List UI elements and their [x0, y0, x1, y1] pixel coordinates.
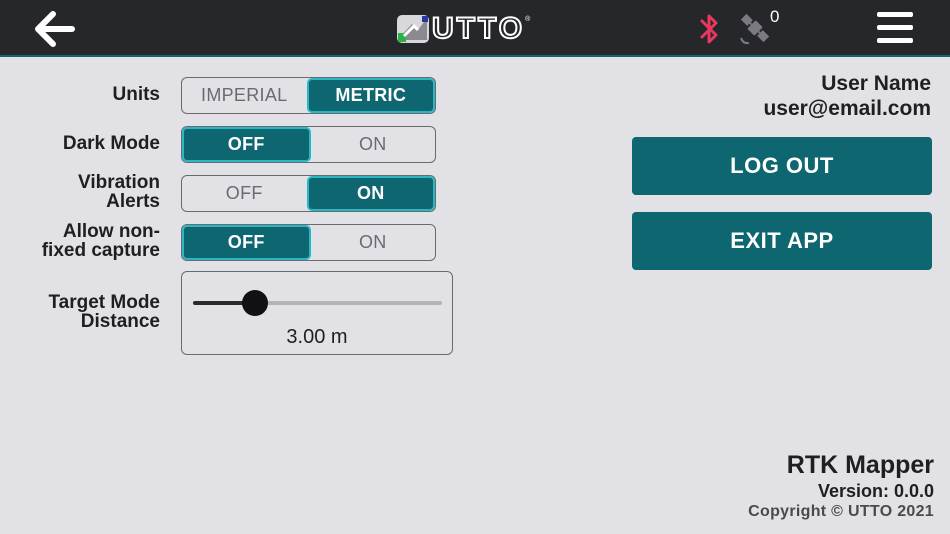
units-toggle: IMPERIAL METRIC	[181, 77, 436, 114]
user-email: user@email.com	[763, 97, 931, 120]
allow-non-fixed-toggle: OFF ON	[181, 224, 436, 261]
dark-mode-option-off[interactable]: OFF	[182, 127, 311, 162]
dark-mode-label: Dark Mode	[62, 133, 160, 154]
menu-button[interactable]	[877, 12, 913, 46]
app-name: RTK Mapper	[786, 451, 934, 479]
logo-registered-mark: ®	[525, 16, 531, 23]
logout-button[interactable]: LOG OUT	[632, 137, 932, 195]
hamburger-menu-icon	[877, 12, 913, 43]
target-distance-slider-box: 3.00 m	[181, 271, 453, 355]
vibration-alerts-option-off[interactable]: OFF	[182, 176, 307, 211]
utto-logo-mark-icon	[397, 15, 429, 43]
allow-non-fixed-option-on[interactable]: ON	[311, 225, 436, 260]
app-version: Version: 0.0.0	[817, 481, 934, 501]
units-option-metric[interactable]: METRIC	[306, 78, 435, 113]
back-button[interactable]	[34, 10, 76, 48]
vibration-alerts-option-on[interactable]: ON	[306, 176, 435, 211]
top-bar: UTTO ® 0	[0, 0, 950, 57]
units-label: Units	[112, 84, 161, 105]
allow-non-fixed-label: Allow non- fixed capture	[42, 222, 160, 260]
target-distance-value: 3.00 m	[286, 326, 348, 348]
vibration-alerts-label: Vibration Alerts	[78, 173, 160, 211]
exit-app-button[interactable]: EXIT APP	[632, 212, 932, 270]
logo-text: UTTO	[431, 12, 526, 45]
arrow-left-icon	[35, 11, 75, 47]
user-name: User Name	[821, 72, 931, 95]
vibration-alerts-label-line2: Alerts	[106, 191, 160, 212]
dark-mode-toggle: OFF ON	[181, 126, 436, 163]
target-distance-label-line2: Distance	[80, 311, 160, 332]
target-distance-label: Target Mode Distance	[48, 293, 160, 331]
allow-non-fixed-option-off[interactable]: OFF	[182, 225, 311, 260]
satellite-count: 0	[770, 7, 780, 26]
target-distance-label-line1: Target Mode	[48, 292, 160, 313]
target-distance-slider-thumb[interactable]	[242, 290, 269, 316]
vibration-alerts-label-line1: Vibration	[78, 172, 160, 193]
allow-non-fixed-label-line2: fixed capture	[41, 240, 160, 261]
dark-mode-option-on[interactable]: ON	[311, 127, 436, 162]
bluetooth-icon[interactable]	[697, 10, 721, 48]
satellite-icon[interactable]	[737, 10, 773, 46]
app-copyright: Copyright © UTTO 2021	[748, 503, 934, 520]
target-distance-slider-track[interactable]	[193, 290, 442, 316]
units-option-imperial[interactable]: IMPERIAL	[182, 78, 307, 113]
vibration-alerts-toggle: OFF ON	[181, 175, 436, 212]
utto-logo: UTTO ®	[396, 12, 530, 46]
allow-non-fixed-label-line1: Allow non-	[62, 221, 160, 242]
